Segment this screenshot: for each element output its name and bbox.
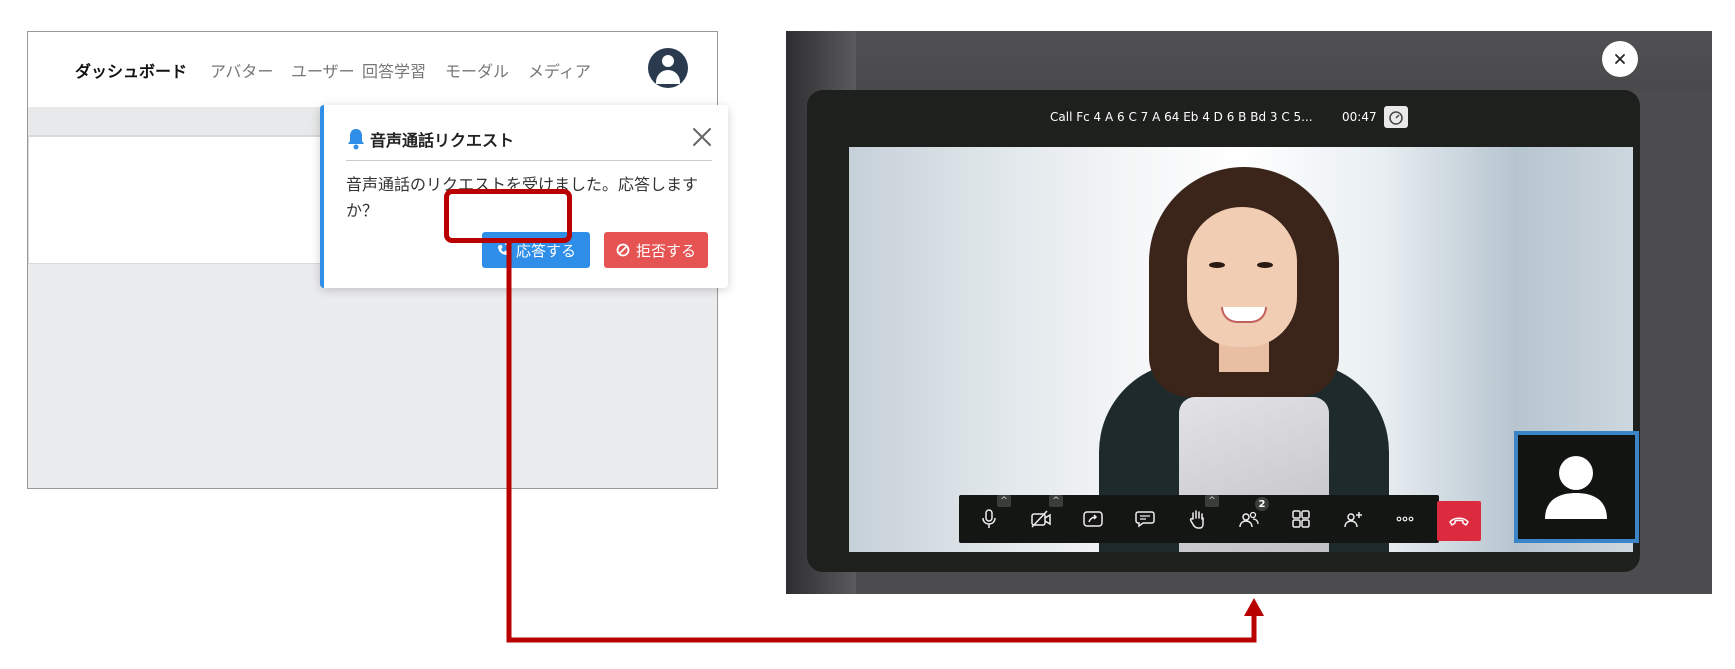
nav-media[interactable]: メディア: [528, 58, 591, 82]
user-placeholder-icon: [1545, 456, 1607, 519]
raise-hand-icon: [1189, 510, 1204, 529]
tile-view-button[interactable]: [1283, 503, 1319, 535]
self-view-tile[interactable]: [1514, 431, 1639, 543]
connection-quality-button[interactable]: [1384, 106, 1408, 128]
notification-title: 音声通話リクエスト: [370, 131, 515, 150]
reject-button[interactable]: 拒否する: [604, 232, 708, 268]
chat-icon: [1135, 511, 1155, 528]
block-icon: [616, 243, 630, 257]
camera-options-caret[interactable]: ^: [1049, 495, 1063, 507]
gauge-icon: [1389, 111, 1403, 125]
call-toolbar: ^ ^ ^ 2: [959, 495, 1481, 543]
overlay-close-button[interactable]: [1602, 41, 1638, 77]
invite-button[interactable]: [1335, 503, 1371, 535]
hangup-icon: [1449, 517, 1469, 526]
nav-answer-learning[interactable]: 回答学習: [362, 58, 426, 82]
bell-icon: [348, 129, 364, 150]
user-avatar[interactable]: [648, 48, 688, 88]
nav-dashboard[interactable]: ダッシュボード: [75, 58, 187, 82]
mic-button[interactable]: [971, 503, 1007, 535]
participants-count-badge: 2: [1255, 497, 1269, 511]
more-button[interactable]: [1387, 503, 1423, 535]
reactions-caret[interactable]: ^: [1205, 495, 1219, 507]
top-navigation: ダッシュボード アバター ユーザー 回答学習 モーダル メディア: [28, 32, 717, 108]
share-screen-button[interactable]: [1075, 503, 1111, 535]
more-icon: [1396, 516, 1414, 522]
chat-button[interactable]: [1127, 503, 1163, 535]
close-icon: [1615, 54, 1625, 64]
reject-label: 拒否する: [635, 241, 696, 260]
close-icon[interactable]: [688, 123, 716, 151]
share-screen-icon: [1083, 511, 1103, 527]
microphone-icon: [982, 509, 996, 528]
invite-icon: [1344, 512, 1362, 528]
phone-ring-icon: [497, 243, 510, 255]
nav-avatar[interactable]: アバター: [210, 58, 273, 82]
raise-hand-button[interactable]: [1179, 503, 1215, 535]
tile-view-icon: [1292, 510, 1310, 528]
answer-highlight-box: [444, 189, 572, 243]
call-timer: 00:47: [1342, 110, 1377, 124]
camera-off-icon: [1031, 510, 1051, 528]
nav-users[interactable]: ユーザー: [291, 58, 355, 82]
mic-options-caret[interactable]: ^: [997, 495, 1011, 507]
call-title: Call Fc 4 A 6 C 7 A 64 Eb 4 D 6 B Bd 3 C…: [1050, 110, 1313, 124]
admin-window: ダッシュボード アバター ユーザー 回答学習 モーダル メディア 音声通話リクエ…: [27, 31, 728, 489]
divider: [346, 160, 712, 161]
participants-icon: [1239, 511, 1259, 528]
nav-modal[interactable]: モーダル: [445, 58, 509, 82]
hangup-button[interactable]: [1437, 501, 1481, 541]
camera-button[interactable]: [1023, 503, 1059, 535]
